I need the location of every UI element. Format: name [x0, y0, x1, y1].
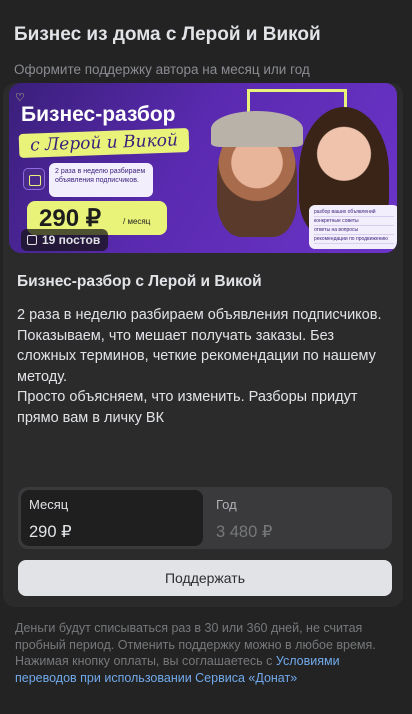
period-price: 290 ₽ — [29, 523, 72, 541]
period-name: Месяц — [29, 497, 69, 512]
page-subtitle: Оформите поддержку автора на месяц или г… — [14, 62, 310, 77]
checklist-item: ответы на вопросы — [314, 227, 394, 235]
calendar-icon — [23, 168, 45, 190]
cap — [211, 111, 303, 147]
posts-count: 19 постов — [42, 233, 101, 247]
banner-schedule: 2 раза в неделю разбираем объявления под… — [49, 163, 153, 197]
period-option-month[interactable]: Месяц 290 ₽ — [21, 490, 203, 546]
header: Бизнес из дома с Лерой и Викой Оформите … — [0, 0, 412, 79]
page-title: Бизнес из дома с Лерой и Викой — [14, 24, 321, 45]
checklist-item: разбор ваших объявлений — [314, 209, 394, 217]
checklist-item: рекомендации по продвижению — [314, 236, 394, 244]
period-selector: Месяц 290 ₽ Год 3 480 ₽ — [18, 487, 392, 549]
subscription-card: ♡ Бизнес-разбор с Лерой и Викой 2 раза в… — [3, 83, 403, 607]
banner-checklist: разбор ваших объявлений конкретные совет… — [309, 205, 397, 249]
period-name: Год — [216, 497, 237, 512]
banner-price-period: / месяц — [123, 217, 151, 226]
period-price: 3 480 ₽ — [216, 523, 273, 541]
support-button[interactable]: Поддержать — [18, 560, 392, 596]
banner-ribbon-text: с Лерой и Викой — [29, 130, 179, 156]
posts-count-badge: 19 постов — [21, 229, 109, 251]
checklist-item: конкретные советы — [314, 218, 394, 226]
banner-title: Бизнес-разбор — [21, 103, 176, 126]
legal-footer: Деньги будут списываться раз в 30 или 36… — [15, 620, 395, 686]
period-option-year[interactable]: Год 3 480 ₽ — [206, 487, 392, 549]
banner-ribbon: с Лерой и Викой — [18, 128, 190, 158]
posts-icon — [27, 235, 37, 245]
tier-banner-image: ♡ Бизнес-разбор с Лерой и Викой 2 раза в… — [9, 83, 397, 253]
tier-title: Бизнес-разбор с Лерой и Викой — [17, 273, 262, 290]
tier-description: 2 раза в неделю разбираем объявления под… — [17, 307, 382, 426]
